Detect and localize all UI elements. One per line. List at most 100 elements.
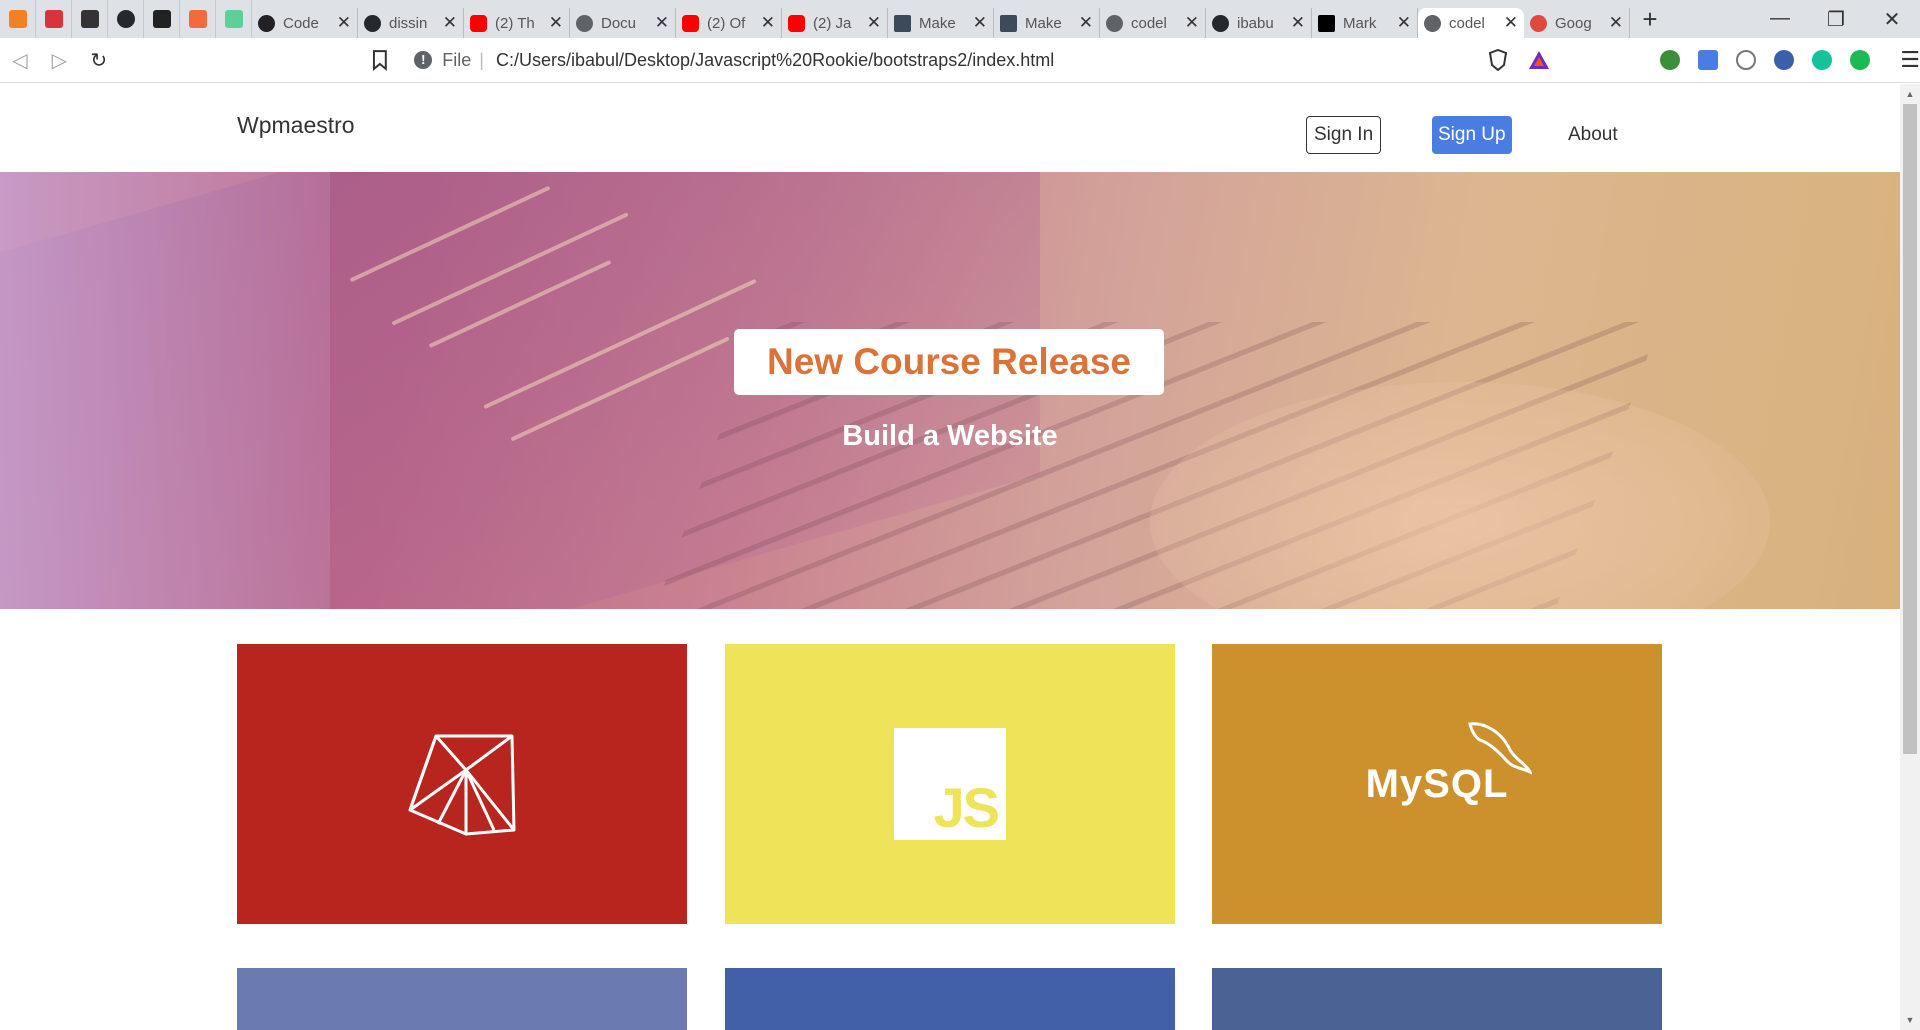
code-icon	[80, 10, 99, 28]
browser-tab[interactable]: (2) Of ✕	[676, 8, 782, 38]
brand-logo[interactable]: Wpmaestro	[237, 112, 355, 139]
close-icon[interactable]: ✕	[973, 13, 987, 33]
pinned-tab[interactable]	[108, 0, 144, 38]
browser-tab[interactable]: (2) Th ✕	[464, 8, 570, 38]
browser-toolbar: ◁ ▷ ↻ ! File | C:/Users/ibabul/Desktop/J…	[0, 38, 1920, 83]
translate-icon[interactable]	[1698, 50, 1719, 70]
tab-title: Make	[1025, 14, 1062, 32]
pinned-tab[interactable]	[144, 0, 180, 38]
close-icon[interactable]: ✕	[1291, 13, 1305, 33]
web-page: Wpmaestro Sign In Sign Up About New Cour…	[0, 84, 1900, 1030]
browser-tab[interactable]: dissin ✕	[358, 8, 464, 38]
hero-banner: New Course Release Build a Website	[0, 172, 1900, 609]
close-icon[interactable]: ✕	[1079, 13, 1093, 33]
close-icon[interactable]: ✕	[549, 13, 563, 33]
address-bar[interactable]: ! File | C:/Users/ibabul/Desktop/Javascr…	[404, 42, 1561, 78]
mysql-logo: MySQL	[1366, 721, 1532, 807]
browser-tab[interactable]: ibabu ✕	[1206, 8, 1312, 38]
extensions	[1660, 50, 1871, 70]
site-navbar: Wpmaestro Sign In Sign Up About	[0, 84, 1900, 172]
close-icon[interactable]: ✕	[761, 13, 775, 33]
codepen-icon	[152, 10, 171, 28]
scroll-up-arrow-icon[interactable]: ▲	[1900, 84, 1920, 104]
extension-icon[interactable]	[1736, 50, 1757, 70]
hero-screen-glow	[0, 172, 330, 609]
bookmark-icon[interactable]	[369, 48, 391, 72]
google-forms-icon	[1530, 14, 1547, 32]
pinned-tab[interactable]	[180, 0, 216, 38]
minimize-icon[interactable]: —	[1752, 7, 1808, 32]
close-icon[interactable]: ✕	[867, 13, 881, 33]
browser-tab[interactable]: Make ✕	[994, 8, 1100, 38]
hero-badge: New Course Release	[734, 329, 1164, 395]
codepen-icon	[258, 14, 275, 32]
markdown-icon	[1318, 14, 1335, 32]
extension-icon[interactable]	[1774, 50, 1795, 70]
course-card-javascript[interactable]: JS	[725, 644, 1175, 924]
scroll-down-arrow-icon[interactable]: ▼	[1900, 1010, 1920, 1030]
github-icon	[116, 10, 135, 28]
about-link[interactable]: About	[1568, 124, 1618, 146]
browser-tab[interactable]: Docu ✕	[570, 8, 676, 38]
forward-icon[interactable]: ▷	[40, 48, 80, 73]
browser-tab[interactable]: Make ✕	[888, 8, 994, 38]
course-card[interactable]	[237, 968, 687, 1030]
course-card[interactable]	[725, 968, 1175, 1030]
pinned-tab[interactable]	[36, 0, 72, 38]
signin-button[interactable]: Sign In	[1306, 116, 1382, 154]
omnibox-actions	[1488, 49, 1550, 71]
close-icon[interactable]: ✕	[1504, 13, 1518, 33]
menu-icon[interactable]: ☰	[1900, 47, 1920, 73]
extension-icon[interactable]	[1660, 50, 1681, 70]
tab-title: Make	[919, 14, 956, 32]
document-icon	[1000, 14, 1017, 32]
browser-tab[interactable]: Mark ✕	[1312, 8, 1418, 38]
new-tab-button[interactable]: +	[1630, 4, 1670, 35]
close-icon[interactable]: ✕	[655, 13, 669, 33]
close-icon[interactable]: ✕	[1397, 13, 1411, 33]
info-icon[interactable]: !	[414, 51, 433, 69]
reload-icon[interactable]: ↻	[79, 48, 119, 73]
pinned-tab[interactable]	[0, 0, 36, 38]
tab-title: Goog	[1555, 14, 1592, 32]
close-icon[interactable]: ✕	[1185, 13, 1199, 33]
grammarly-icon[interactable]	[1812, 50, 1833, 70]
restore-icon[interactable]: ❐	[1808, 7, 1864, 32]
browser-tab[interactable]: Code ✕	[252, 8, 358, 38]
play-icon	[224, 10, 243, 28]
url-scheme: File	[442, 49, 472, 70]
globe-icon	[1424, 14, 1441, 32]
browser-tab-active[interactable]: codel ✕	[1418, 8, 1524, 38]
window-controls: — ❐ ✕	[1752, 7, 1920, 32]
browser-tab[interactable]: codel ✕	[1100, 8, 1206, 38]
url-text[interactable]: C:/Users/ibabul/Desktop/Javascript%20Roo…	[496, 50, 1054, 71]
browser-tab[interactable]: Goog ✕	[1524, 8, 1630, 38]
tab-title: codel	[1449, 14, 1485, 32]
close-icon[interactable]: ✕	[443, 13, 457, 33]
document-icon	[894, 14, 911, 32]
brave-shield-icon[interactable]	[1488, 49, 1508, 71]
course-card[interactable]	[1212, 968, 1662, 1030]
signup-button[interactable]: Sign Up	[1432, 116, 1512, 154]
app-icon	[188, 10, 207, 28]
ruby-gem-icon	[408, 734, 516, 836]
tab-title: dissin	[389, 14, 428, 32]
back-icon[interactable]: ◁	[0, 48, 40, 73]
tab-title: (2) Of	[707, 14, 746, 32]
pinned-tab[interactable]	[72, 0, 108, 38]
close-window-icon[interactable]: ✕	[1864, 7, 1920, 32]
close-icon[interactable]: ✕	[337, 13, 351, 33]
course-card-ruby[interactable]	[237, 644, 687, 924]
shield-icon[interactable]	[1850, 50, 1871, 70]
tab-title: Mark	[1343, 14, 1377, 32]
page-scrollbar[interactable]: ▲ ▼	[1900, 84, 1920, 1030]
course-card-mysql[interactable]: MySQL	[1212, 644, 1662, 924]
tab-title: codel	[1131, 14, 1167, 32]
scrollbar-thumb[interactable]	[1903, 104, 1917, 754]
brave-rewards-icon[interactable]	[1528, 50, 1550, 70]
youtube-icon	[788, 14, 805, 32]
globe-icon	[1106, 14, 1123, 32]
browser-tab[interactable]: (2) Ja ✕	[782, 8, 888, 38]
close-icon[interactable]: ✕	[1609, 13, 1623, 33]
pinned-tab[interactable]	[216, 0, 252, 38]
